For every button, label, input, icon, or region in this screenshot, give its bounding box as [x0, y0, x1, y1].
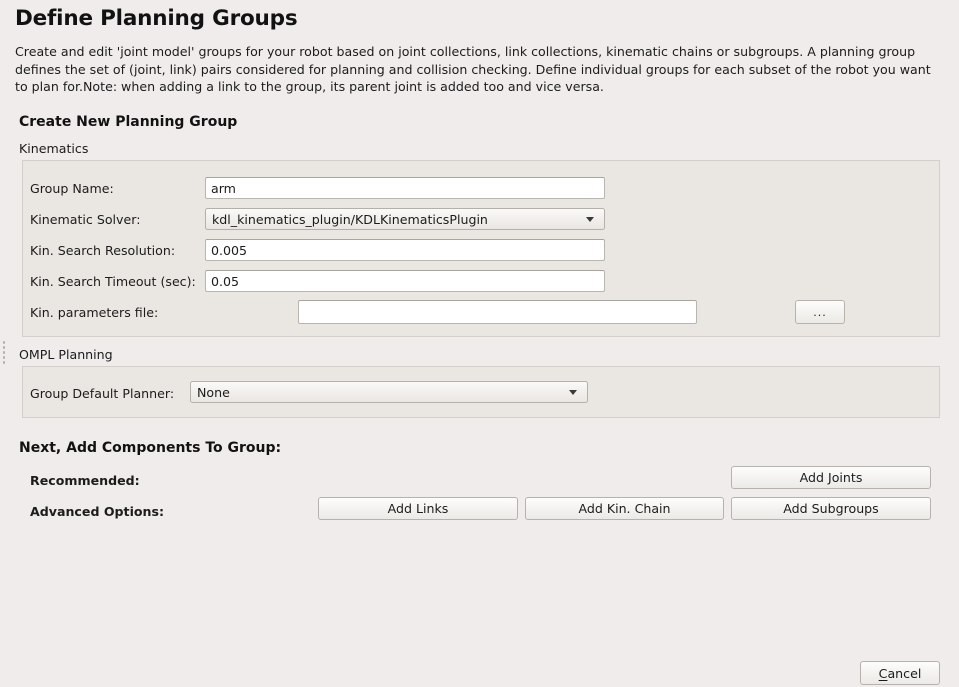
add-links-button[interactable]: Add Links — [318, 497, 518, 520]
create-new-planning-group-heading: Create New Planning Group — [19, 114, 237, 130]
kin-search-timeout-input[interactable] — [205, 270, 605, 292]
kin-search-timeout-label: Kin. Search Timeout (sec): — [30, 274, 196, 289]
kinematic-solver-value: kdl_kinematics_plugin/KDLKinematicsPlugi… — [212, 212, 580, 227]
kinematic-solver-label: Kinematic Solver: — [30, 212, 140, 227]
panel-splitter-handle[interactable] — [2, 340, 6, 366]
chevron-down-icon — [569, 390, 577, 395]
group-name-input[interactable] — [205, 177, 605, 199]
kin-parameters-file-input[interactable] — [298, 300, 697, 324]
chevron-down-icon — [586, 217, 594, 222]
add-components-heading: Next, Add Components To Group: — [19, 440, 281, 456]
browse-kin-parameters-file-button[interactable]: ... — [795, 300, 845, 324]
kin-search-resolution-label: Kin. Search Resolution: — [30, 243, 175, 258]
ompl-planning-group-title: OMPL Planning — [19, 347, 113, 362]
kin-parameters-file-label: Kin. parameters file: — [30, 305, 158, 320]
advanced-options-label: Advanced Options: — [30, 504, 164, 519]
page-description: Create and edit 'joint model' groups for… — [15, 43, 945, 96]
group-default-planner-value: None — [197, 385, 563, 400]
page-title: Define Planning Groups — [15, 6, 297, 31]
add-joints-button[interactable]: Add Joints — [731, 466, 931, 489]
recommended-label: Recommended: — [30, 473, 140, 488]
cancel-button[interactable]: Cancel — [860, 661, 940, 685]
kinematic-solver-combobox[interactable]: kdl_kinematics_plugin/KDLKinematicsPlugi… — [205, 208, 605, 230]
group-name-label: Group Name: — [30, 181, 114, 196]
kinematics-group-title: Kinematics — [19, 141, 88, 156]
cancel-label-rest: ancel — [887, 666, 921, 681]
kin-search-resolution-input[interactable] — [205, 239, 605, 261]
group-default-planner-combobox[interactable]: None — [190, 381, 588, 403]
group-default-planner-label: Group Default Planner: — [30, 386, 174, 401]
add-subgroups-button[interactable]: Add Subgroups — [731, 497, 931, 520]
add-kin-chain-button[interactable]: Add Kin. Chain — [525, 497, 724, 520]
